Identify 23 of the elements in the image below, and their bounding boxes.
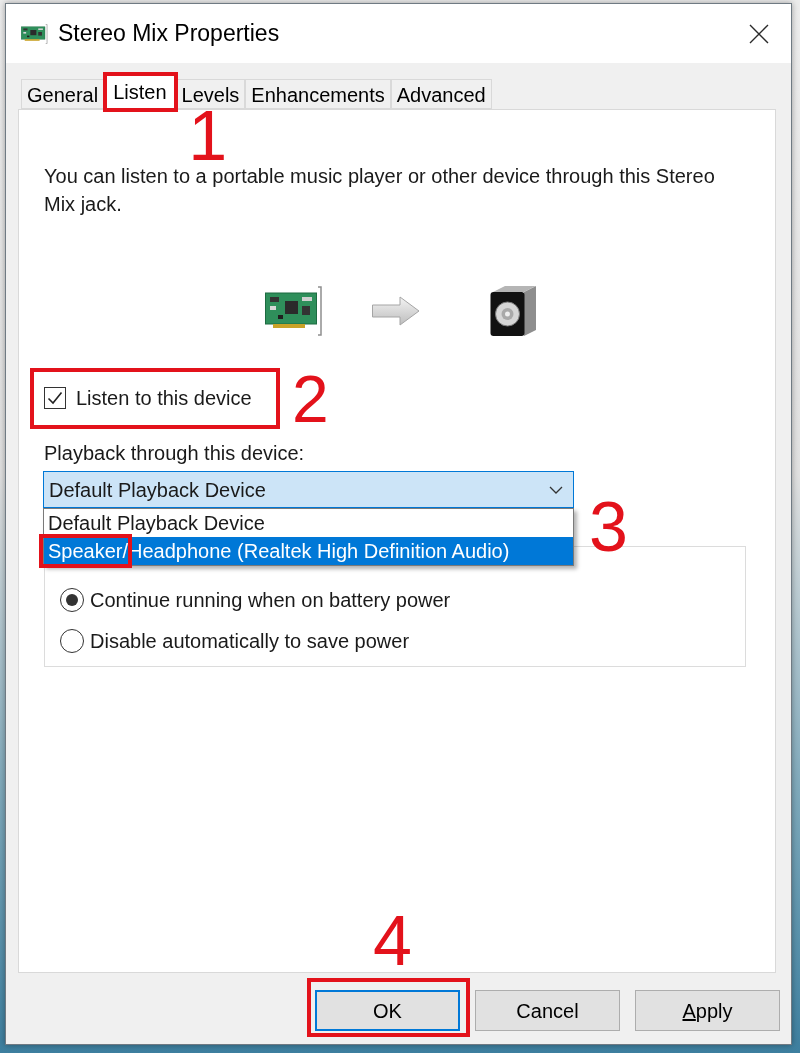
dropdown-option[interactable]: Default Playback Device [44, 509, 573, 537]
tab[interactable]: General [21, 79, 105, 109]
playback-label: Playback through this device: [44, 441, 305, 465]
sound-card-icon [21, 23, 48, 44]
listen-checkbox[interactable]: Listen to this device [44, 386, 252, 410]
sound-card-icon [265, 285, 323, 336]
speaker-icon [490, 284, 537, 337]
radio-option[interactable]: Continue running when on battery power [60, 585, 745, 615]
chevron-down-icon [549, 485, 563, 494]
step-number: 3 [589, 492, 628, 562]
dialog-button[interactable]: Cancel [475, 990, 620, 1031]
close-icon [749, 23, 769, 44]
radio-option[interactable]: Disable automatically to save power [60, 626, 745, 656]
step-number: 2 [292, 366, 329, 432]
arrow-right-icon [372, 295, 420, 326]
dialog-button[interactable]: Apply [635, 990, 780, 1031]
playback-dropdown[interactable]: Default Playback Device [43, 471, 574, 508]
step-number: 4 [373, 906, 412, 976]
dialog-button[interactable]: OK [315, 990, 460, 1031]
tab[interactable]: Advanced [390, 79, 492, 109]
tab[interactable]: Enhancements [245, 79, 391, 109]
tab[interactable]: Levels [175, 79, 246, 109]
window-title: Stereo Mix Properties [58, 19, 280, 49]
